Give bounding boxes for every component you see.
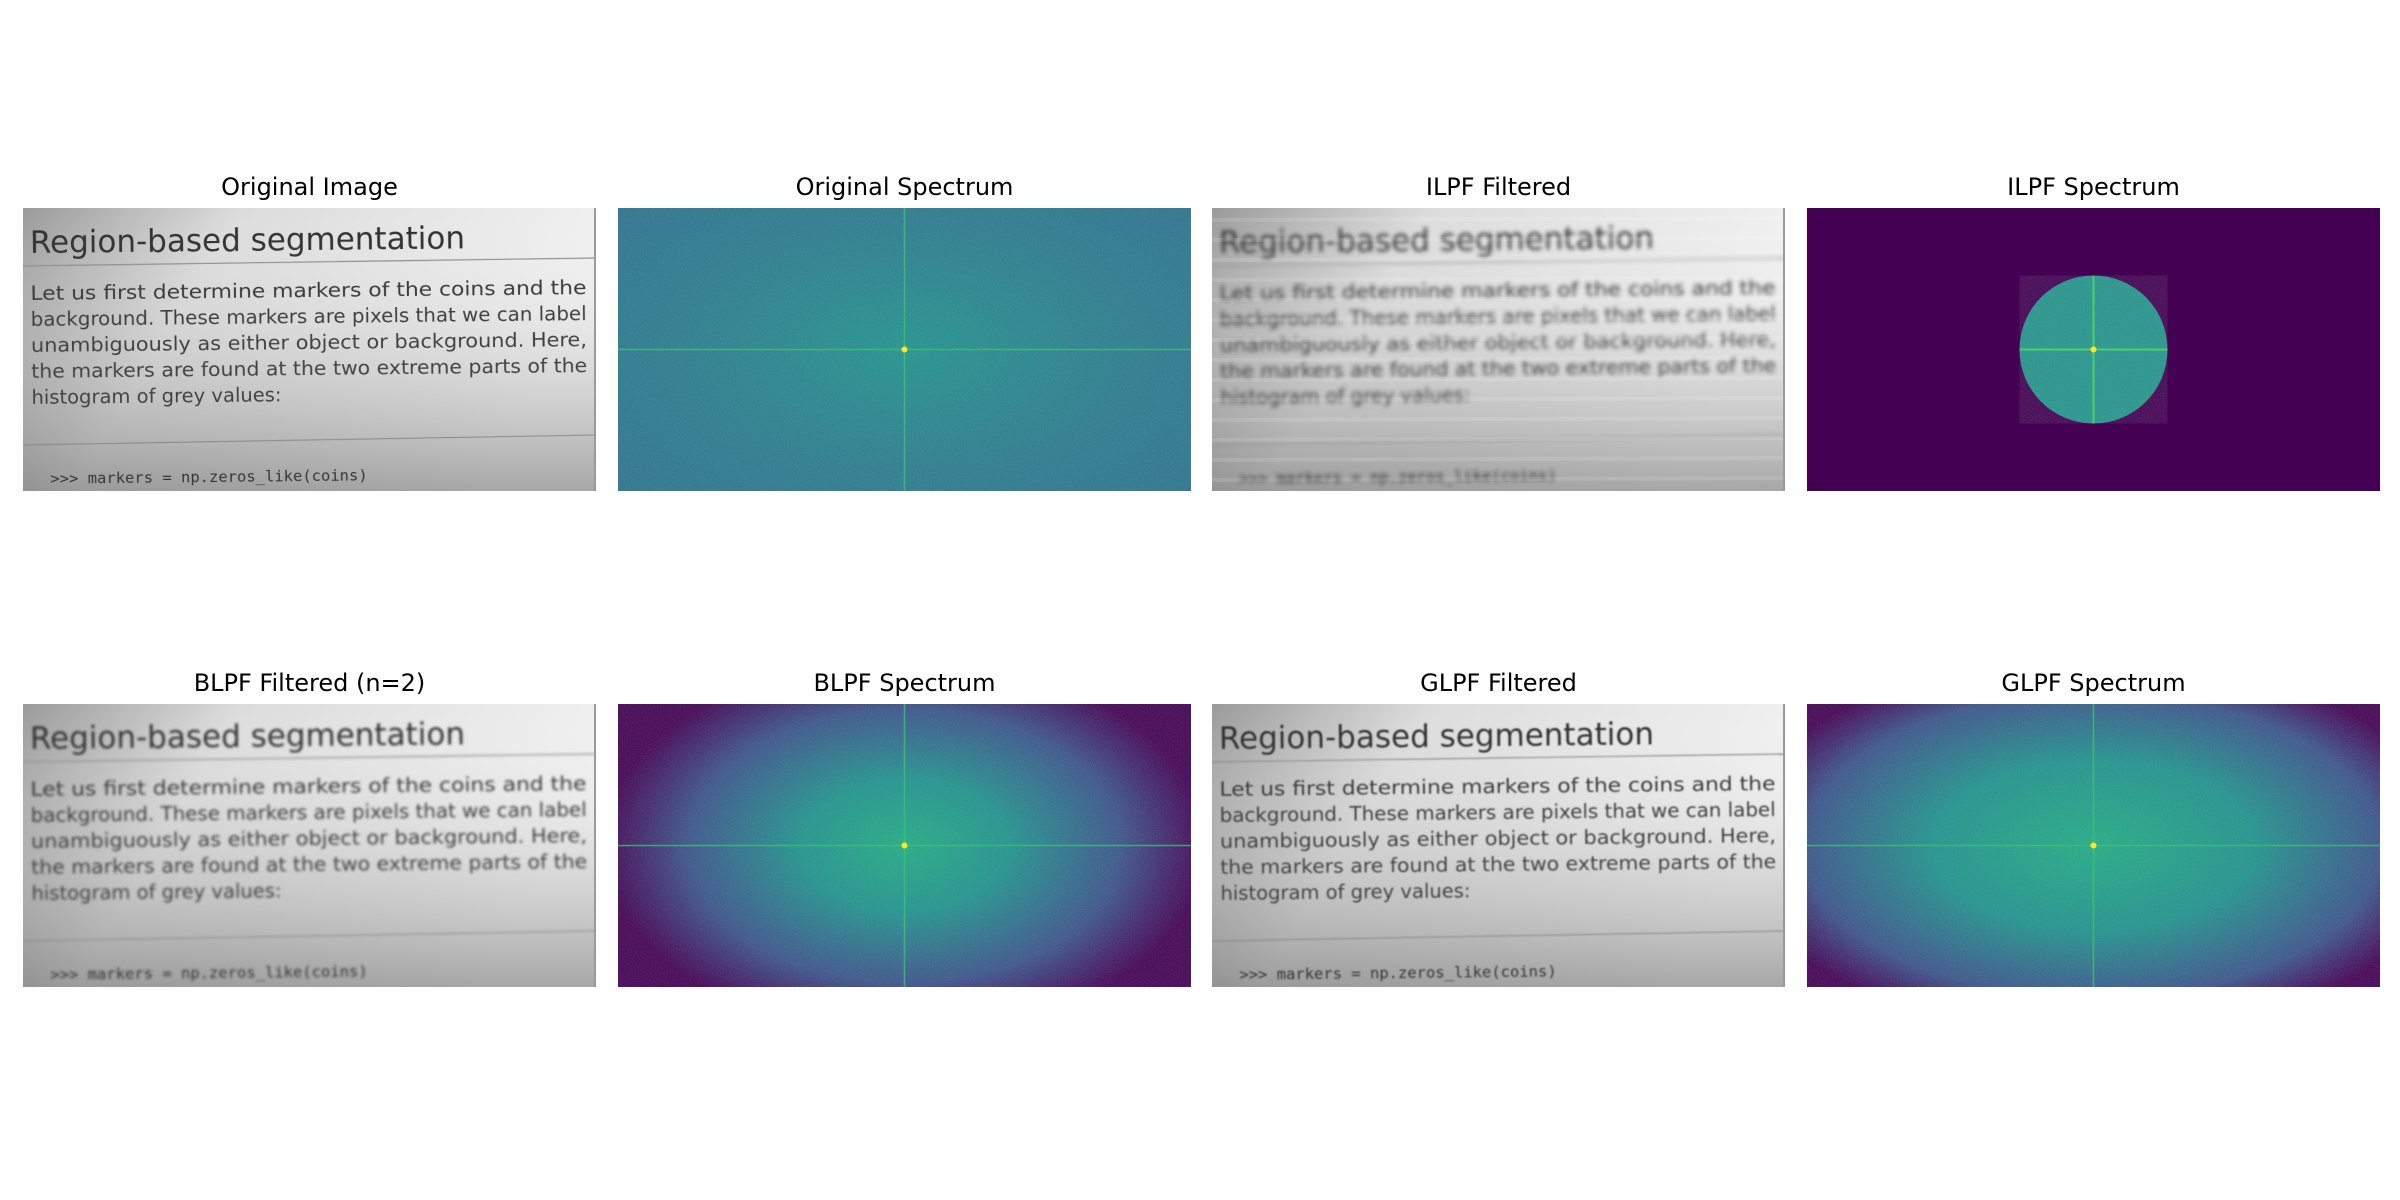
ringing-artifact [1212,276,1785,282]
original-spectrum-image [618,208,1191,491]
page-shading [23,208,596,491]
ringing-artifact [1212,216,1785,222]
ringing-artifact [1212,476,1785,482]
ilpf-filtered-image: Region-based segmentationLet us first de… [1212,208,1785,491]
page-edge [1783,208,1785,491]
page-shading [1212,704,1785,987]
dc-component [901,346,908,353]
ringing-artifact [1212,296,1785,302]
panel-title: Original Image [221,173,398,201]
page-shading [23,704,596,987]
panel-title: GLPF Filtered [1420,669,1577,697]
ringing-artifact [1212,396,1785,402]
ilpf-spectrum-image [1807,208,2380,491]
ringing-artifact [1212,356,1785,362]
ringing-artifact [1212,416,1785,422]
dc-component [901,842,908,849]
panel-title: ILPF Spectrum [2007,173,2180,201]
panel-title: BLPF Spectrum [813,669,996,697]
page-shading [1212,208,1785,491]
panel-title: Original Spectrum [795,173,1014,201]
panel-title: ILPF Filtered [1425,173,1572,201]
page-edge [594,208,596,491]
ringing-artifact [1212,436,1785,442]
page-edge [1783,704,1785,987]
panel-title: GLPF Spectrum [2001,669,2186,697]
dc-component [2090,842,2097,849]
blpf-filtered-image: Region-based segmentationLet us first de… [23,704,596,987]
blpf-spectrum-image [618,704,1191,987]
ringing-artifact [1212,256,1785,262]
glpf-filtered-image: Region-based segmentationLet us first de… [1212,704,1785,987]
original-image: Region-based segmentationLet us first de… [23,208,596,491]
dc-component [2090,346,2097,353]
ringing-artifact [1212,376,1785,382]
ringing-artifact [1212,456,1785,462]
glpf-spectrum-image [1807,704,2380,987]
panel-title: BLPF Filtered (n=2) [193,669,426,697]
ringing-artifact [1212,316,1785,322]
page-edge [594,704,596,987]
ringing-artifact [1212,336,1785,342]
ringing-artifact [1212,236,1785,242]
